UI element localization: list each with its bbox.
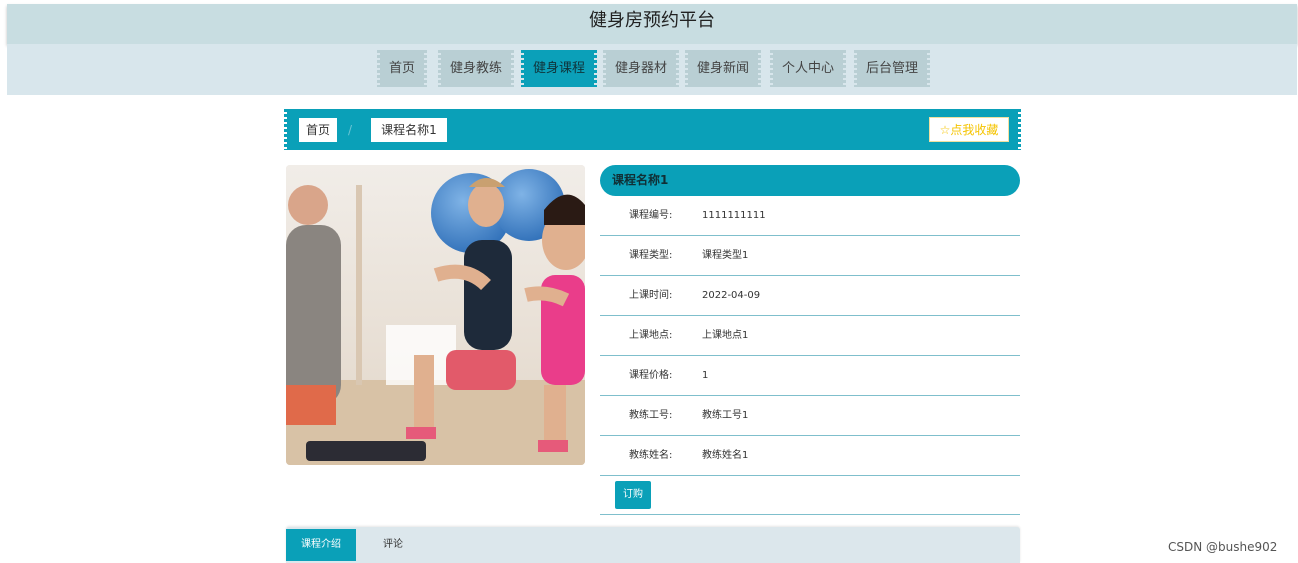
info-row-trainer-id: 教练工号: 教练工号1: [600, 396, 1020, 436]
breadcrumb-current: 课程名称1: [371, 118, 447, 142]
nav-item-news[interactable]: 健身新闻: [685, 50, 761, 87]
field-value: 课程类型1: [702, 250, 749, 261]
nav-item-profile[interactable]: 个人中心: [770, 50, 846, 87]
detail-tabs: 课程介绍 评论: [286, 527, 1020, 563]
site-title: 健身房预约平台: [589, 10, 715, 31]
favorite-button[interactable]: ☆点我收藏: [929, 117, 1009, 142]
info-row-trainer-name: 教练姓名: 教练姓名1: [600, 436, 1020, 476]
tab-course-intro[interactable]: 课程介绍: [286, 529, 356, 561]
breadcrumb: 首页 / 课程名称1 ☆点我收藏: [284, 109, 1021, 150]
field-label: 教练姓名:: [629, 450, 673, 461]
field-value: 1: [702, 370, 709, 381]
info-row-class-location: 上课地点: 上课地点1: [600, 316, 1020, 356]
nav-item-equipment[interactable]: 健身器材: [603, 50, 679, 87]
main-nav: 首页 健身教练 健身课程 健身器材 健身新闻 个人中心 后台管理: [7, 44, 1297, 95]
watermark: CSDN @bushe902: [1168, 540, 1278, 554]
nav-item-courses[interactable]: 健身课程: [521, 50, 597, 87]
field-label: 上课地点:: [629, 330, 673, 341]
field-value: 教练姓名1: [702, 450, 749, 461]
breadcrumb-separator: /: [348, 123, 353, 137]
field-value: 2022-04-09: [702, 290, 761, 301]
nav-item-admin[interactable]: 后台管理: [854, 50, 930, 87]
field-label: 上课时间:: [629, 290, 673, 301]
order-button[interactable]: 订购: [615, 481, 651, 509]
breadcrumb-home[interactable]: 首页: [299, 118, 337, 142]
field-value: 教练工号1: [702, 410, 749, 421]
course-image: [286, 165, 585, 465]
field-value: 1111111111: [702, 210, 766, 221]
info-row-course-id: 课程编号: 1111111111: [600, 196, 1020, 236]
field-value: 上课地点1: [702, 330, 749, 341]
nav-item-home[interactable]: 首页: [377, 50, 427, 87]
tab-comments[interactable]: 评论: [372, 529, 414, 561]
fitness-photo-illustration: [286, 165, 585, 465]
course-name-heading: 课程名称1: [600, 165, 1020, 196]
info-row-course-type: 课程类型: 课程类型1: [600, 236, 1020, 276]
nav-item-trainers[interactable]: 健身教练: [438, 50, 514, 87]
info-row-class-time: 上课时间: 2022-04-09: [600, 276, 1020, 316]
field-label: 课程价格:: [629, 370, 673, 381]
field-label: 课程编号:: [629, 210, 673, 221]
field-label: 课程类型:: [629, 250, 673, 261]
field-label: 教练工号:: [629, 410, 673, 421]
order-row: 订购: [600, 476, 1020, 515]
course-info-panel: 课程名称1 课程编号: 1111111111 课程类型: 课程类型1 上课时间:…: [600, 165, 1020, 515]
site-header: 健身房预约平台: [7, 4, 1297, 44]
info-row-course-price: 课程价格: 1: [600, 356, 1020, 396]
